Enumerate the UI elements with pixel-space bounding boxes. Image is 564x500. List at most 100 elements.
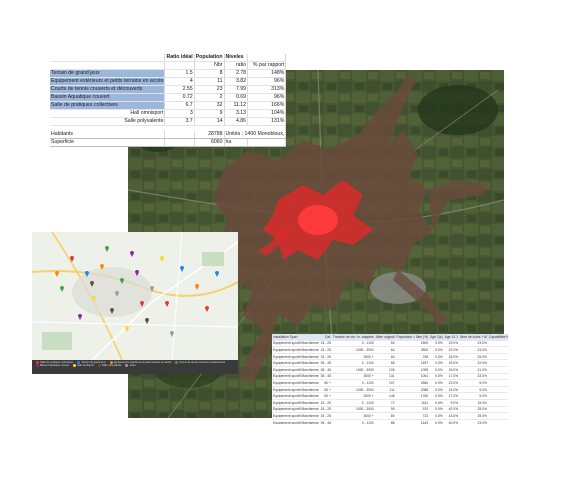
legend-item[interactable]: Courts de tennis couverts et découverts	[175, 361, 225, 364]
table-cell: 88	[374, 419, 396, 424]
table-cell: 15 - 25	[319, 412, 332, 420]
facility-pct: 313%	[247, 85, 287, 94]
table-cell: Equipement sportif Marchienne	[272, 379, 320, 387]
table-cell: 0.0%	[429, 373, 444, 381]
table-cell: 9.0%	[443, 399, 460, 407]
habitants-value: 28788	[194, 131, 225, 139]
road-map-image	[32, 232, 238, 360]
table-cell: 25.0%	[459, 406, 488, 414]
table-cell: 5.0%	[459, 386, 488, 394]
legend-label: Equipements extérieurs et petits terrain…	[113, 361, 172, 364]
facility-row: Courts de tennis couverts et découverts 2…	[50, 85, 287, 94]
table-cell: Equipement sportif Marchienne	[272, 359, 320, 367]
table-cell: 64	[374, 353, 396, 361]
legend-label: Hall omnisport	[77, 364, 94, 367]
legend-item[interactable]: Salle polyvalente	[97, 364, 121, 367]
table-cell: Equipement sportif Marchienne	[272, 399, 320, 407]
table-cell: 44.0%	[487, 373, 508, 381]
facility-ratio: 3.13	[224, 109, 249, 118]
table-cell: Equipement sportif Marchienne	[272, 386, 320, 394]
table-cell: 15 - 25	[319, 340, 332, 348]
table-cell: 0.0%	[429, 353, 444, 361]
legend-swatch-icon	[125, 364, 129, 367]
table-cell: 23.0%	[459, 340, 488, 348]
table-cell: 0.0%	[429, 386, 444, 394]
subheader-nbr: Nbr	[194, 61, 225, 70]
legend-item[interactable]: Hall omnisport	[73, 364, 94, 367]
table-row: Equipement sportif Marchienne 50 +1000 - …	[272, 386, 508, 394]
table-cell: 30.0%	[487, 386, 508, 394]
table-cell: 35 - 45	[319, 359, 332, 367]
table-cell: Equipement sportif Marchienne	[272, 392, 320, 400]
facility-pct: 166%	[247, 101, 287, 110]
facility-nbr: 2	[194, 93, 225, 102]
table-cell: 6.0%	[487, 340, 508, 348]
facility-ratio: 3.82	[224, 77, 249, 86]
table-cell: 24.0%	[443, 386, 460, 394]
stats-spreadsheet: Installation Sport Cat. Tranche de vie / i…	[272, 334, 508, 424]
empty-header	[247, 54, 287, 62]
superficie-value: 6060	[194, 138, 225, 147]
table-cell: Equipement sportif Marchienne	[272, 340, 320, 348]
table-cell: 3000 +	[331, 412, 375, 420]
empty-cell	[164, 131, 195, 139]
road-map[interactable]	[32, 232, 238, 374]
table-row: Equipement sportif Marchienne 50 +3000 + 1…	[272, 392, 508, 400]
facility-ideal: 2.55	[164, 85, 195, 94]
empty-cell	[164, 138, 195, 147]
legend-label: Courts de tennis couverts et découverts	[179, 361, 226, 364]
subheader-empty	[50, 61, 166, 70]
table-row: Equipement sportif Marchienne 35 - 45 3000…	[272, 373, 508, 381]
legend-item[interactable]: Bassin Aquatique couvert	[36, 364, 69, 367]
facility-nbr: 8	[194, 69, 225, 78]
table-cell: 15 - 25	[319, 399, 332, 407]
table-cell: 6.0%	[487, 419, 508, 424]
table-cell: 24.0%	[459, 346, 488, 354]
table-row: Equipement sportif Marchienne 35 - 45 1000…	[272, 366, 508, 374]
table-cell: 1000 - 3000	[331, 366, 375, 374]
table-cell: 1061	[395, 373, 430, 381]
facility-label: Salle de pratiques collectives	[50, 101, 166, 110]
table-cell: 17.0%	[443, 373, 460, 381]
habitants-label: Habitants	[50, 131, 166, 139]
table-cell: 15 - 25	[319, 346, 332, 354]
legend-item[interactable]: Autre	[125, 364, 136, 367]
facility-ratio: 0.69	[224, 93, 249, 102]
table-cell: 0.0%	[429, 359, 444, 367]
table-cell: 23.0%	[459, 373, 488, 381]
table-cell: 21.0%	[459, 366, 488, 374]
table-cell: 23.0%	[443, 379, 460, 387]
col-ratio-header: Ratio idéal	[164, 54, 195, 62]
table-cell: 23.0%	[459, 419, 488, 424]
superficie-unit: ha	[224, 138, 249, 147]
facility-row: Hall omnisport 3 9 3.13 104%	[50, 109, 287, 118]
table-cell: 131	[374, 373, 396, 381]
table-cell: 64	[374, 340, 396, 348]
legend-swatch-icon	[97, 364, 101, 367]
table-cell: 970	[395, 406, 430, 414]
facility-ideal: 0.72	[164, 93, 195, 102]
table-cell: 45.0%	[487, 353, 508, 361]
table-cell: 50 +	[319, 379, 332, 387]
table-cell: 1500	[395, 340, 430, 348]
table-cell: 15 - 25	[319, 406, 332, 414]
table-cell: 6.0%	[487, 399, 508, 407]
table-cell: 0 - 1100	[331, 379, 375, 387]
table-cell: 0.0%	[429, 406, 444, 414]
col-population-header: Population	[194, 54, 225, 62]
facility-nbr: 11	[194, 77, 225, 86]
table-row: Equipement sportif Marchienne 15 - 25 3000…	[272, 353, 508, 361]
table-cell: 0.0%	[429, 366, 444, 374]
table-cell: 80	[374, 412, 396, 420]
empty-cell	[247, 138, 287, 147]
facility-pct: 131%	[247, 117, 287, 126]
table-cell: 1760	[395, 392, 430, 400]
table-cell: 50 +	[319, 392, 332, 400]
facilities-spreadsheet: Ratio idéal Population Niveles Nbr ratio…	[50, 54, 287, 147]
table-cell: 35 - 45	[319, 419, 332, 424]
table-cell: 3000 +	[331, 392, 375, 400]
legend-label: Autre	[129, 364, 136, 367]
table-cell: 35 - 45	[319, 373, 332, 381]
table-cell: 1011	[395, 399, 430, 407]
table-cell: 22.0%	[443, 346, 460, 354]
